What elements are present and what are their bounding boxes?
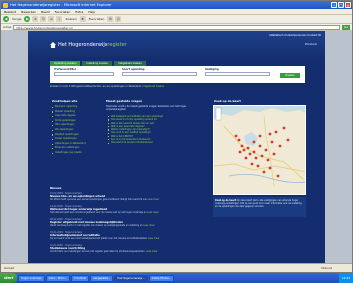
toolbar: ◀ Vorige ▶ × ↻ ⌂ ⌕ Zoeken ★ Favorieten ✉… [1,15,352,24]
read-more-link[interactable]: Lees meer [146,250,157,253]
netherlands-map[interactable] [213,105,306,195]
read-more-link[interactable]: Lees meer [148,237,159,240]
location-select[interactable] [205,72,270,76]
advanced-search-link[interactable]: Uitgebreid zoeken [143,85,165,88]
keyword-field-group: Trefwoord/titel [54,68,114,76]
type-select[interactable] [122,72,197,76]
news-item: 08-02-2008 · Hogeronderwijs Register uit… [50,218,200,227]
location-label: Vestiging [205,68,219,71]
taskbar-item[interactable]: 3 Outlook [71,274,90,282]
site-logo[interactable]: Het Hogeronderwijsregister [50,42,127,48]
search-note: Zoeken in ruim 4.000 geaccrediteerde hbo… [50,85,165,88]
menu-tools[interactable]: Extra [75,9,83,14]
title-bar: Het Hagenonderwijsregister - Microsoft I… [1,1,352,9]
sponsor-logo: Ministerie [304,43,317,46]
quick-links: Bachelor opleiding Master opleiding Asso… [52,105,102,156]
taskbar-item[interactable]: Aangepaste... [90,274,114,282]
site-header: Het Hogeronderwijsregister Alfabetisch C… [28,31,325,57]
news-text: De NVAO heeft opnieuw een aantal opleidi… [50,198,160,201]
security-zone: Internet [320,266,332,270]
news-title: Nieuws [50,186,62,190]
window-title: Het Hagenonderwijsregister - Microsoft I… [10,3,112,7]
forward-arrow-icon[interactable]: ▶ [24,16,31,22]
menu-edit[interactable]: Bewerken [21,9,36,14]
status-bar: Gereed Internet [1,263,352,272]
news-item: 30-01-2008 · Hogeronderwijs Informatiebi… [50,231,200,240]
menu-view[interactable]: Beeld [41,9,50,14]
search-panel: Trefwoord/titel Soort opleiding Vestigin… [50,66,305,83]
back-label[interactable]: Vorige [11,17,22,21]
ie-icon [3,2,8,8]
search-button[interactable]: Zoeken [280,73,300,78]
menu-file[interactable]: Bestand [4,9,16,14]
keyword-label: Trefwoord/titel [54,68,76,71]
read-more-link[interactable]: Lees meer [148,198,159,201]
back-arrow-icon[interactable]: ◀ [3,16,9,22]
taskbar: start Hoger onderwijs Inbox - Micro... 3… [0,273,353,283]
col1-title: Zoekhulpen site [52,99,78,103]
search-label[interactable]: Zoeken [64,17,77,21]
favorites-label[interactable]: Favorieten [88,17,106,21]
top-navigation[interactable]: Alfabetisch Contactpersonen Contact Nl [269,34,321,37]
minimize-icon[interactable]: – [331,2,337,8]
map-graphic [214,106,305,194]
zoom-control [215,107,222,121]
address-label: Adres [3,25,12,29]
col2-title: Meest gestelde vragen [106,99,143,103]
type-field-group: Soort opleiding [122,68,197,76]
faq-link[interactable]: Hoe werkt de bindend studieadvies? [108,141,196,144]
taskbar-item[interactable]: Adobe Photos... [148,274,175,282]
home-icon[interactable]: ⌂ [48,16,55,22]
refresh-icon[interactable]: ↻ [40,16,47,22]
menu-help[interactable]: Help [88,9,95,14]
read-more-link[interactable]: Lees meer [143,224,154,227]
taskbar-item-active[interactable]: Het Hogeronderwijs... [114,274,148,282]
news-list: 19-02-2008 · Hogeronderwijs Nieuwe hbo- … [50,192,200,257]
address-input[interactable]: http://www.hogeronderwijsregister.nl/ [13,24,340,30]
taskbar-item[interactable]: Inbox - Micro... [45,274,71,282]
system-tray-clock: 14:23 [338,273,353,283]
news-text: Het kabinet heeft een voorstel ingediend… [50,211,159,214]
menu-favorites[interactable]: Favorieten [55,9,71,14]
news-text: Op 12 maart vindt een informatiebijeenko… [50,237,160,240]
status-text: Gereed [4,266,15,270]
location-field-group: Vestiging [205,68,270,76]
faq-intro: Hieronder vindt u de meest gestelde vrag… [106,105,187,112]
window-controls: – □ × [331,2,351,8]
favorites-star-icon[interactable]: ★ [79,16,86,22]
go-button[interactable]: Ga naar [342,24,350,34]
news-item: 14-02-2008 · Hogeronderwijs Wetsvoorstel… [50,205,200,214]
read-more-link[interactable]: Lees meer [147,211,158,214]
house-logo-icon [50,42,56,48]
news-item: 22-01-2008 · Hogeronderwijs Studiekeuze … [50,244,200,253]
map-caption: Zoek op de kaart Op deze kaart ziet u al… [213,197,306,217]
close-icon[interactable]: × [345,2,351,8]
taskbar-item[interactable]: Hoger onderwijs [18,274,45,282]
site-page: Het Hogeronderwijsregister Alfabetisch C… [28,31,325,263]
faq-list: Wat betekent accreditatie van een opleid… [108,115,196,145]
start-button[interactable]: start [0,273,18,283]
col3-title: Zoek op de kaart [214,99,241,103]
page-viewport: Het Hogeronderwijsregister Alfabetisch C… [1,31,352,263]
news-text: Voorlichters van instellingen kunnen het… [50,250,158,253]
type-label: Soort opleiding [122,68,145,71]
news-text: Vanaf vandaag kunt u in het register ook… [50,224,155,227]
mail-icon[interactable]: ✉ [107,16,114,22]
address-bar: Adres http://www.hogeronderwijsregister.… [1,24,352,34]
news-item: 19-02-2008 · Hogeronderwijs Nieuwe hbo- … [50,192,200,201]
keyword-input[interactable] [54,72,114,76]
logo-text: Het Hogeronderwijsregister [58,42,127,48]
print-icon[interactable]: ⎙ [115,16,122,22]
stop-icon[interactable]: × [32,16,39,22]
quick-link[interactable]: Instellingen per plaats [52,151,102,156]
search-icon[interactable]: ⌕ [56,16,63,22]
maximize-icon[interactable]: □ [338,2,344,8]
desktop: Het Hagenonderwijsregister - Microsoft I… [0,0,353,283]
